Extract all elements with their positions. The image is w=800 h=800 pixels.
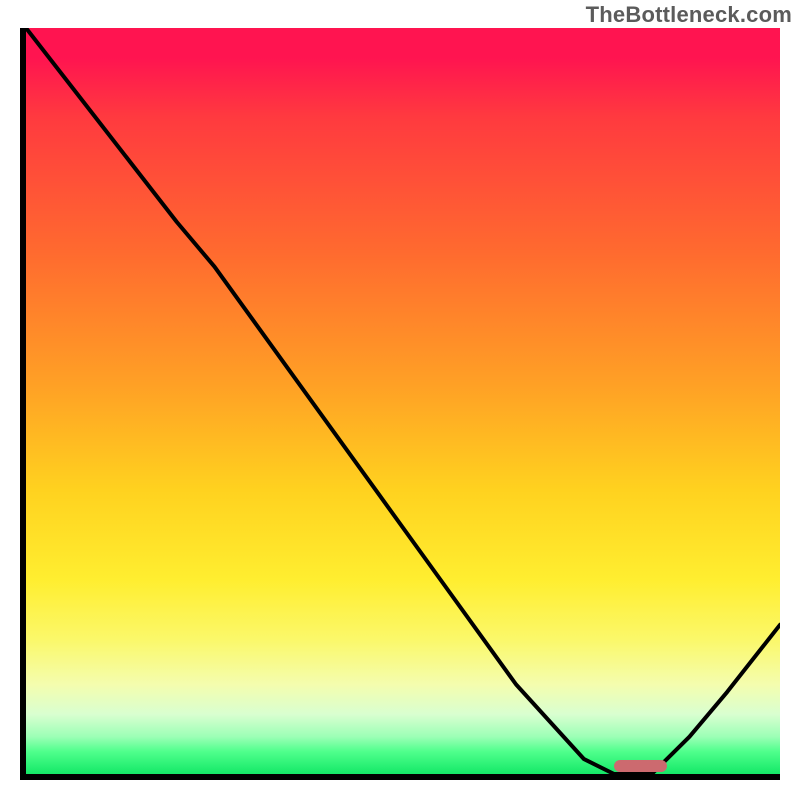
curve-layer	[26, 28, 780, 774]
plot-area	[20, 28, 780, 780]
bottleneck-curve	[26, 28, 780, 774]
optimal-range-marker	[614, 760, 667, 772]
chart-frame: TheBottleneck.com	[0, 0, 800, 800]
watermark-text: TheBottleneck.com	[586, 2, 792, 28]
